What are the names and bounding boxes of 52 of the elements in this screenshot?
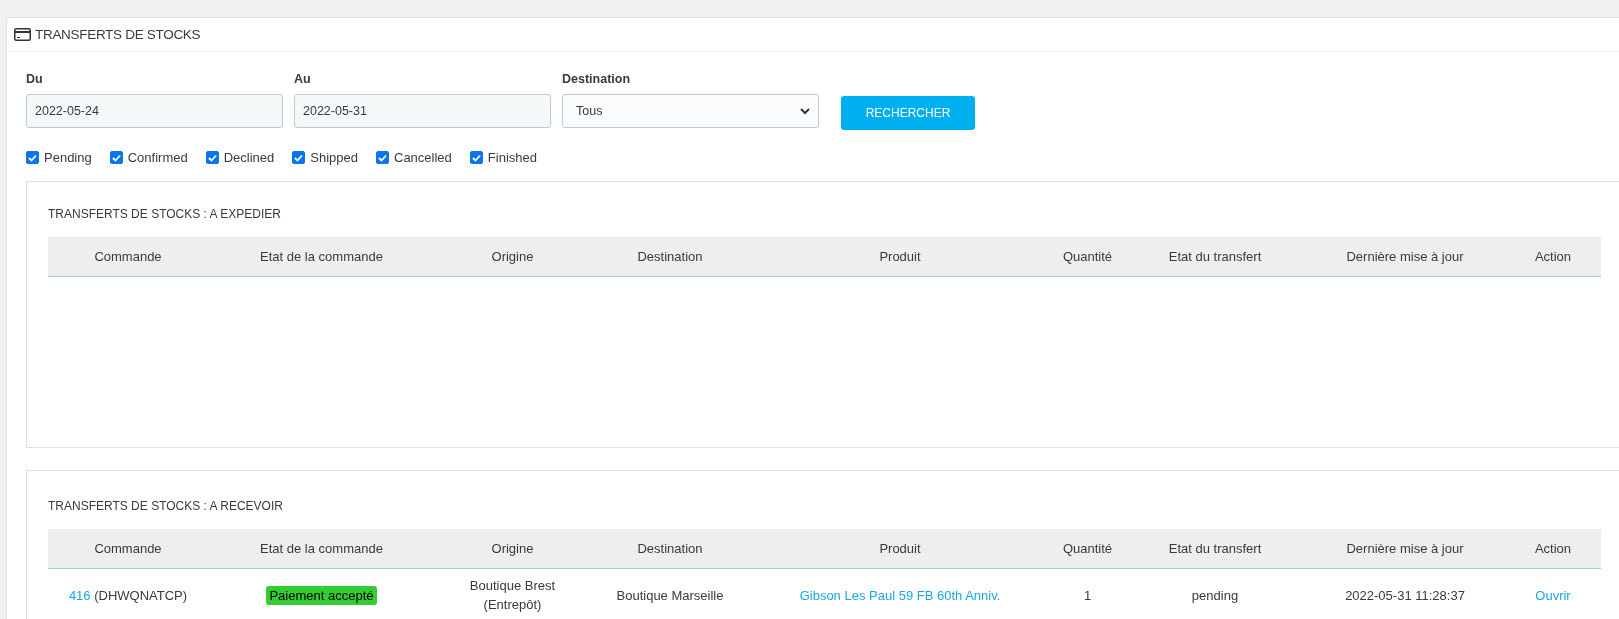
column-header: Destination — [590, 529, 750, 569]
table-cell-text: 1 — [1083, 586, 1092, 605]
checkbox[interactable] — [376, 151, 389, 164]
checkbox-label: Declined — [223, 150, 275, 165]
panel-title: TRANSFERTS DE STOCKS — [35, 27, 201, 42]
column-header: Action — [1505, 529, 1601, 569]
column-header: Etat du transfert — [1125, 529, 1305, 569]
table-cell-text: pending — [1191, 586, 1239, 605]
checkbox-label: Shipped — [310, 150, 358, 165]
checkbox-label: Cancelled — [394, 150, 452, 165]
checkbox[interactable] — [469, 151, 483, 164]
column-header: Produit — [750, 529, 1050, 569]
date-field[interactable]: 2022-05-24 — [26, 94, 283, 128]
checkbox-label: Pending — [44, 150, 92, 165]
credit-card-icon — [14, 28, 31, 41]
column-header: Action — [1505, 237, 1601, 277]
column-header: Quantité — [1050, 237, 1125, 277]
open-link[interactable]: Ouvrir — [1535, 587, 1571, 603]
order-link[interactable]: 416 — [68, 587, 91, 603]
table-cell-text: Boutique Marseille — [616, 586, 724, 605]
checkbox[interactable] — [26, 151, 39, 164]
table-cell-text: Boutique Brest (Entrepôt) — [469, 577, 556, 614]
section-title: TRANSFERTS DE STOCKS : A EXPEDIER — [48, 207, 282, 221]
checkbox[interactable] — [205, 151, 219, 164]
product-link[interactable]: Gibson Les Paul 59 FB 60th Anniv. — [799, 587, 1001, 603]
column-header: Quantité — [1050, 529, 1125, 569]
column-header: Etat de la commande — [208, 237, 435, 277]
column-header: Origine — [435, 237, 590, 277]
field-label: Au — [294, 72, 312, 86]
destination-dropdown[interactable]: Tous — [562, 94, 819, 128]
column-header: Produit — [750, 237, 1050, 277]
date-field[interactable]: 2022-05-31 — [294, 94, 551, 128]
checkbox-label: Finished — [487, 150, 537, 165]
column-header: Dernière mise à jour — [1305, 237, 1505, 277]
chevron-down-icon — [800, 107, 810, 115]
column-header: Etat de la commande — [208, 529, 435, 569]
checkbox[interactable] — [109, 151, 123, 164]
field-label: Destination — [562, 72, 632, 86]
section-title: TRANSFERTS DE STOCKS : A RECEVOIR — [48, 499, 284, 513]
checkbox[interactable] — [292, 151, 306, 164]
column-header: Etat du transfert — [1125, 237, 1305, 277]
order-status-badge: Paiement accepté — [266, 585, 377, 605]
column-header: Origine — [435, 529, 590, 569]
table-cell-text: 2022-05-31 11:28:37 — [1345, 586, 1465, 605]
column-header: Destination — [590, 237, 750, 277]
field-label: Du — [26, 72, 44, 86]
column-header: Commande — [48, 237, 208, 277]
column-header: Dernière mise à jour — [1305, 529, 1505, 569]
order-reference: (DHWQNATCP) — [94, 587, 188, 603]
column-header: Commande — [48, 529, 208, 569]
checkbox-label: Confirmed — [127, 150, 188, 165]
search-button[interactable]: RECHERCHER — [841, 96, 975, 130]
